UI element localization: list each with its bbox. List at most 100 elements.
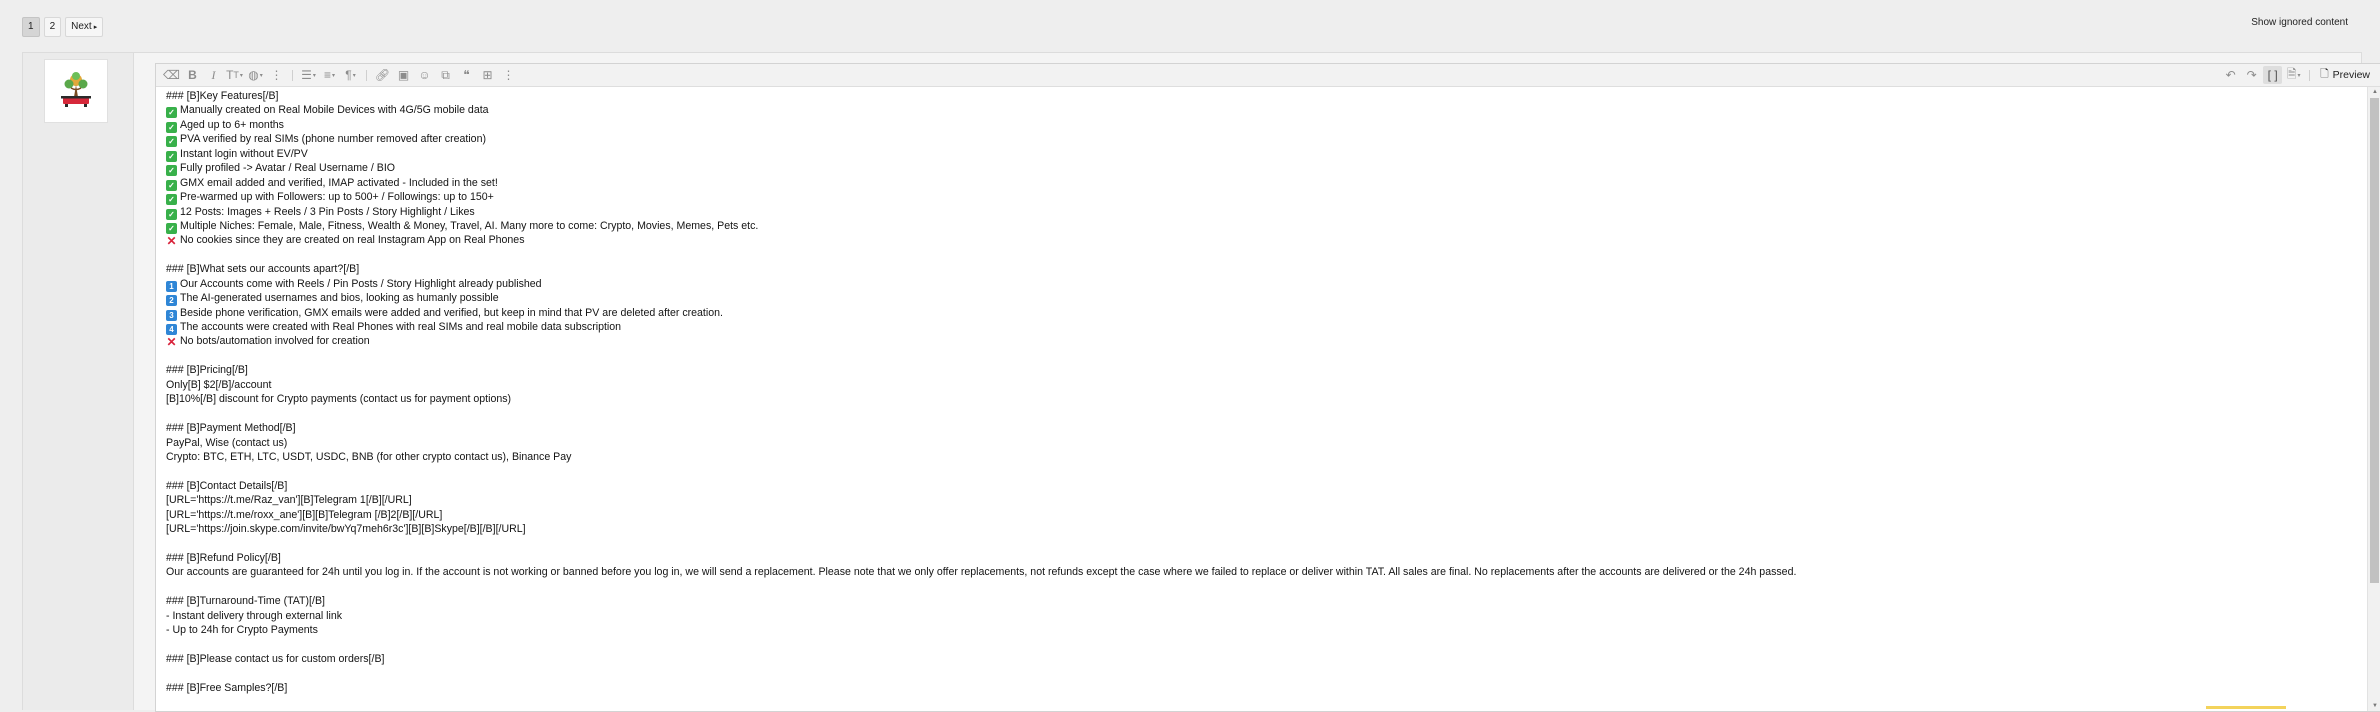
line-text: Fully profiled -> Avatar / Real Username… [180,162,396,175]
content-line: [URL='https://t.me/roxx_ane'][B][B]Teleg… [166,508,2358,522]
toolbar-divider [2309,69,2311,81]
text-size-icon[interactable]: T T ▾ [225,66,244,84]
next-page-button[interactable]: Next ▸ [65,17,104,37]
line-text: Manually created on Real Mobile Devices … [180,104,489,117]
line-text: Aged up to 6+ months [180,118,284,131]
bold-icon[interactable]: B [183,66,202,84]
line-text: Our Accounts come with Reels / Pin Posts… [180,277,542,290]
italic-icon[interactable]: I [204,66,223,84]
line-text: - Up to 24h for Crypto Payments [166,624,318,637]
content-line: ✓ Pre-warmed up with Followers: up to 500… [166,190,2358,206]
user-sidebar [23,53,134,710]
toolbar-divider [366,69,367,81]
line-text: [B]10%[/B] discount for Crypto payments … [166,393,512,406]
number-emoji-icon: 1 [166,280,177,292]
content-line: [URL='https://join.skype.com/invite/bwYq… [166,522,2358,536]
redo-icon[interactable]: ↷ [2242,66,2261,84]
preview-button[interactable]: 🗋︎ Preview [2316,66,2374,84]
content-line: ### [B]Pricing[/B] [166,363,2358,377]
line-text: [URL='https://t.me/roxx_ane'][B][B]Teleg… [166,508,443,521]
show-ignored-content-link[interactable]: Show ignored content [2251,17,2348,28]
more-options-icon[interactable]: ⋮ [267,66,286,84]
check-emoji-icon: ✓ [166,165,177,177]
content-line: ✓ Manually created on Real Mobile Devices… [166,103,2358,119]
content-line: Our accounts are guaranteed for 24h unti… [166,565,2358,579]
scrollbar-thumb[interactable] [2370,98,2379,583]
more-insert-icon[interactable]: ⋮ [499,66,518,84]
image-icon[interactable]: ▣ [394,66,413,84]
content-line: ### [B]What sets our accounts apart?[/B] [166,262,2358,276]
content-line: - Up to 24h for Crypto Payments [166,623,2358,637]
content-line: [URL='https://t.me/Raz_van'][B]Telegram … [166,493,2358,507]
editor-content[interactable]: ### [B]Key Features[/B] ✓ Manually created… [156,87,2368,711]
content-line: 1 Our Accounts come with Reels / Pin Post… [166,277,2358,292]
line-text: ### [B]Key Features[/B] [166,90,279,102]
line-text: [URL='https://t.me/Raz_van'][B]Telegram … [166,494,412,507]
table-icon[interactable]: ⊞ [478,66,497,84]
line-text: ### [B]Payment Method[/B] [166,422,296,435]
content-line: ### [B]Please contact us for custom orde… [166,652,2358,666]
number-emoji-icon: 4 [166,324,177,335]
content-line: 2 The AI-generated usernames and bios, lo… [166,291,2358,307]
check-emoji-icon: ✓ [166,194,177,206]
line-text: Only[B] $2[/B]/account [166,378,272,391]
line-text: Beside phone verification, GMX emails we… [180,306,723,319]
line-text: - Instant delivery through external link [166,609,343,622]
eraser-icon[interactable]: ⌫ [162,66,181,84]
content-line: ### [B]Key Features[/B] [166,89,2358,103]
post-container: ⌫ B I T T ▾ ◍ ▾ ⋮ ☰ ▾ ≡ ▾ ¶ ▾ 🔗︎ ▣ ☺ ⧉ ❝ ⊞ ⋮ [22,52,2380,712]
content-line: ### [B]Contact Details[/B] [166,479,2358,493]
preview-label: Preview [2332,69,2370,81]
line-text: ### [B]What sets our accounts apart?[/B] [166,263,360,276]
check-emoji-icon: ✓ [166,121,177,133]
page-2-link[interactable]: 2 [43,17,62,37]
link-icon[interactable]: 🔗︎ [373,66,392,84]
bonsai-avatar-icon [61,72,91,107]
check-emoji-icon: ✓ [166,208,177,220]
content-line: ✓ Multiple Niches: Female, Male, Fitness,… [166,219,2358,234]
line-text: No cookies since they are created on rea… [180,234,525,247]
content-line: - Instant delivery through external link [166,609,2358,623]
content-line: ### [B]Payment Method[/B] [166,421,2358,435]
undo-icon[interactable]: ↶ [2221,66,2240,84]
check-emoji-icon: ✓ [166,150,177,162]
scroll-down-icon[interactable]: ▼ [2368,701,2380,711]
line-text: ### [B]Please contact us for custom orde… [166,653,385,666]
line-text: GMX email added and verified, IMAP activ… [180,176,498,189]
content-line: ✓ Instant login without EV/PV [166,147,2358,162]
message-editor: ⌫ B I T T ▾ ◍ ▾ ⋮ ☰ ▾ ≡ ▾ ¶ ▾ 🔗︎ ▣ ☺ ⧉ ❝ ⊞ ⋮ [155,63,2380,712]
content-line: ✓ Aged up to 6+ months [166,118,2358,133]
content-line: ### [B]Refund Policy[/B] [166,551,2358,565]
drafts-icon[interactable]: 🗎︎ ▾ [2284,66,2303,84]
media-icon[interactable]: ⧉ [436,66,455,84]
page-1-link[interactable]: 1 [22,17,40,37]
number-emoji-icon: 3 [166,309,177,321]
caret-right-icon: ▸ [93,24,98,31]
editor-scrollbar[interactable]: ▲ ▼ [2367,87,2380,711]
number-emoji-icon: 2 [166,295,177,307]
smilie-icon[interactable]: ☺ [415,66,434,84]
line-text: Multiple Niches: Female, Male, Fitness, … [180,219,759,232]
bbcode-toggle-icon[interactable]: [ ] [2263,66,2283,84]
cross-emoji-icon: ✕ [166,335,177,350]
paragraph-icon[interactable]: ¶ ▾ [341,66,360,84]
content-line: [B]10%[/B] discount for Crypto payments … [166,392,2358,406]
palette-icon[interactable]: ◍ ▾ [246,66,265,84]
content-line: ✕ No cookies since they are created on re… [166,233,2358,247]
scroll-up-icon[interactable]: ▲ [2368,87,2380,97]
content-line: ### [B]Free Samples?[/B] [166,681,2358,695]
content-line: ✕ No bots/automation involved for creatio… [166,334,2358,348]
content-line: ✓ PVA verified by real SIMs (phone number… [166,132,2358,148]
quote-icon[interactable]: ❝ [457,66,476,84]
line-text: Pre-warmed up with Followers: up to 500+… [180,191,494,204]
line-text: PayPal, Wise (contact us) [166,436,288,449]
align-icon[interactable]: ≡ ▾ [320,66,339,84]
avatar[interactable] [44,59,108,123]
content-line: ✓ 12 Posts: Images + Reels / 3 Pin Posts … [166,205,2358,220]
list-icon[interactable]: ☰ ▾ [299,66,318,84]
content-line: PayPal, Wise (contact us) [166,436,2358,450]
line-text: Our accounts are guaranteed for 24h unti… [166,566,1797,579]
